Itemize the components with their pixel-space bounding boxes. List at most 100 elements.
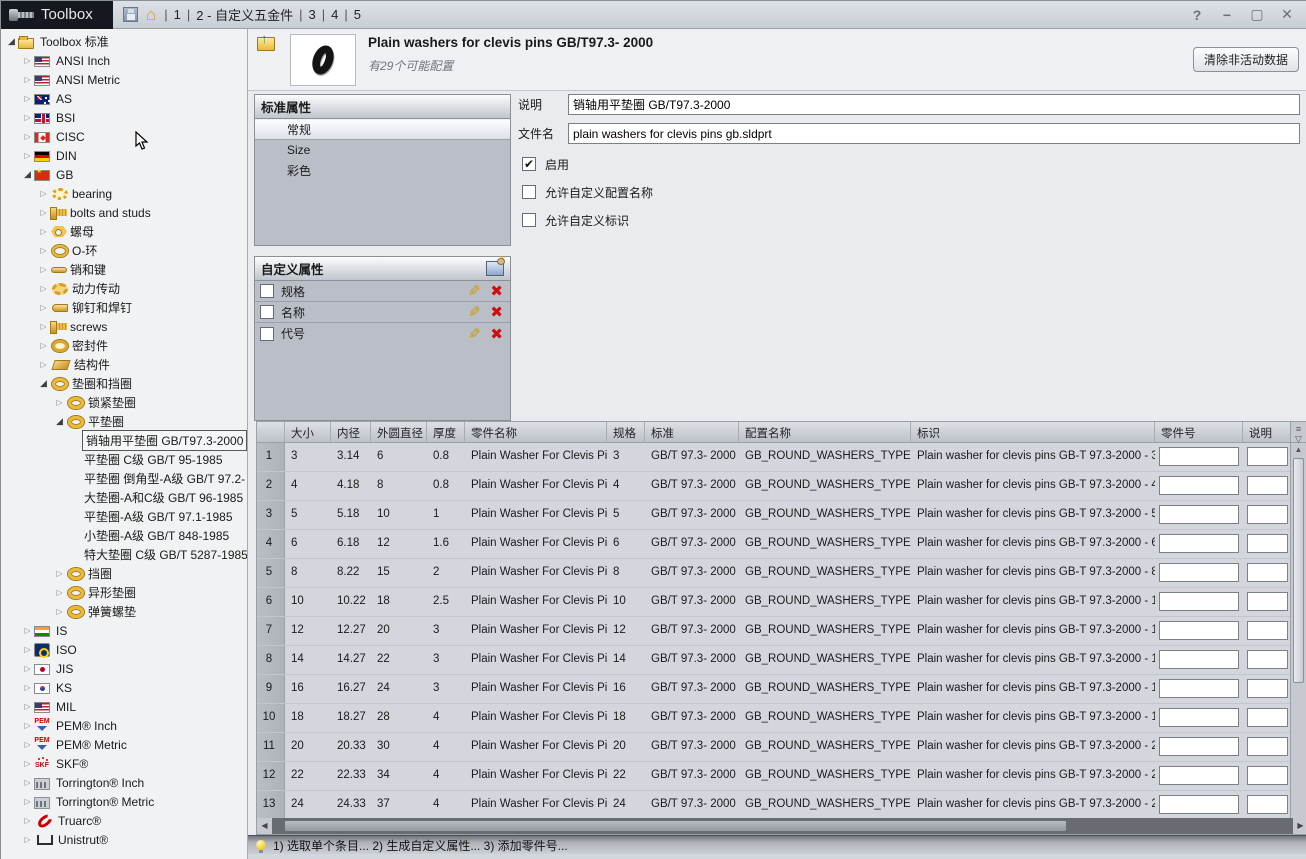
scroll-left-icon[interactable]: ◀	[257, 818, 272, 834]
tree-item--a-c-gb-t-96-1985[interactable]: 大垫圈-A和C级 GB/T 96-1985	[1, 488, 247, 507]
tree-item--[interactable]: ▷ 螺母	[1, 222, 247, 241]
part-number-input[interactable]	[1159, 621, 1239, 640]
expand-caret[interactable]: ▷	[37, 208, 50, 217]
property-checkbox[interactable]	[260, 326, 274, 341]
expand-caret[interactable]: ▷	[37, 227, 50, 236]
expand-caret[interactable]: ▷	[21, 778, 34, 787]
table-vertical-scrollbar[interactable]: ≡ ▽ ▲	[1290, 422, 1306, 820]
comment-input[interactable]	[1247, 505, 1288, 524]
table-column-header[interactable]: 规格	[607, 422, 645, 442]
table-row[interactable]: 9 16 16.27 24 3 Plain Washer For Clevis Pin 16…	[257, 675, 1306, 704]
delete-property-icon[interactable]: ✖	[490, 325, 503, 343]
folder-up-icon[interactable]	[257, 31, 275, 51]
scroll-up-icon[interactable]: ▲	[1291, 443, 1306, 457]
comment-input[interactable]	[1247, 708, 1288, 727]
clear-inactive-data-button[interactable]: 清除非活动数据	[1192, 47, 1299, 72]
filename-input[interactable]	[568, 123, 1300, 144]
tree-item-ansi-inch[interactable]: ▷ ANSI Inch	[1, 51, 247, 70]
add-property-icon[interactable]	[486, 254, 506, 276]
table-column-header[interactable]: 内径	[331, 422, 371, 442]
expand-caret[interactable]: ▷	[37, 303, 50, 312]
edit-property-icon[interactable]: ✎	[468, 303, 481, 321]
tree-item--gb-t97-3-2000[interactable]: 销轴用平垫圈 GB/T97.3-2000	[1, 430, 247, 451]
table-column-header[interactable]	[257, 422, 285, 442]
comment-input[interactable]	[1247, 679, 1288, 698]
table-row[interactable]: 7 12 12.27 20 3 Plain Washer For Clevis Pin 12…	[257, 617, 1306, 646]
tree-item-gb[interactable]: ◢ GB	[1, 165, 247, 184]
close-button[interactable]: ✕	[1277, 6, 1297, 23]
tree-item--c-gb-t-5287-1985[interactable]: 特大垫圈 C级 GB/T 5287-1985	[1, 545, 247, 564]
edit-property-icon[interactable]: ✎	[468, 282, 481, 300]
tree-item--[interactable]: ◢ 垫圈和挡圈	[1, 374, 247, 393]
expand-caret[interactable]: ▷	[37, 284, 50, 293]
expand-caret[interactable]: ◢	[5, 36, 18, 47]
home-icon[interactable]: ⌂	[146, 6, 156, 23]
comment-input[interactable]	[1247, 795, 1288, 814]
table-column-header[interactable]: 标准	[645, 422, 739, 442]
expand-caret[interactable]: ▷	[21, 835, 34, 844]
expand-caret[interactable]: ▷	[37, 246, 50, 255]
comment-input[interactable]	[1247, 737, 1288, 756]
expand-caret[interactable]: ▷	[53, 569, 66, 578]
standard-property-item[interactable]: 常规	[255, 119, 510, 140]
tree-item-as[interactable]: ▷ AS	[1, 89, 247, 108]
description-input[interactable]	[568, 94, 1300, 115]
expand-caret[interactable]: ▷	[21, 94, 34, 103]
part-number-input[interactable]	[1159, 505, 1239, 524]
comment-input[interactable]	[1247, 592, 1288, 611]
part-number-input[interactable]	[1159, 708, 1239, 727]
expand-caret[interactable]: ▷	[21, 683, 34, 692]
comment-input[interactable]	[1247, 534, 1288, 553]
breadcrumb-item[interactable]: 2 - 自定义五金件	[190, 5, 299, 24]
tree-item-truarc-[interactable]: ▷ Truarc®	[1, 811, 247, 830]
table-row[interactable]: 10 18 18.27 28 4 Plain Washer For Clevis Pin 1…	[257, 704, 1306, 733]
expand-caret[interactable]: ▷	[53, 607, 66, 616]
expand-caret[interactable]: ▷	[21, 132, 34, 141]
table-row[interactable]: 13 24 24.33 37 4 Plain Washer For Clevis Pin 2…	[257, 791, 1306, 820]
tree-item--[interactable]: ▷ 铆钉和焊钉	[1, 298, 247, 317]
expand-caret[interactable]: ◢	[21, 169, 34, 180]
expand-caret[interactable]: ▷	[21, 721, 34, 730]
help-button[interactable]: ?	[1187, 7, 1207, 23]
table-row[interactable]: 2 4 4.18 8 0.8 Plain Washer For Clevis Pin 4 GB…	[257, 472, 1306, 501]
expand-caret[interactable]: ◢	[37, 378, 50, 389]
horizontal-scroll-thumb[interactable]	[284, 820, 1068, 832]
table-column-header[interactable]: 配置名称	[739, 422, 911, 442]
expand-caret[interactable]: ▷	[21, 56, 34, 65]
part-number-input[interactable]	[1159, 592, 1239, 611]
table-column-header[interactable]: 标识	[911, 422, 1155, 442]
save-icon[interactable]	[123, 7, 138, 22]
tree-item-toolbox-[interactable]: ◢ Toolbox 标准	[1, 32, 247, 51]
expand-caret[interactable]: ▷	[37, 341, 50, 350]
form-checkbox[interactable]	[522, 213, 536, 227]
part-number-input[interactable]	[1159, 737, 1239, 756]
expand-caret[interactable]: ▷	[21, 816, 34, 825]
part-number-input[interactable]	[1159, 563, 1239, 582]
tree-item-pem-metric[interactable]: ▷ PEM PEM® Metric	[1, 735, 247, 754]
breadcrumb-item[interactable]: 5	[348, 7, 367, 22]
delete-property-icon[interactable]: ✖	[490, 282, 503, 300]
tree-item-pem-inch[interactable]: ▷ PEM PEM® Inch	[1, 716, 247, 735]
table-row[interactable]: 4 6 6.18 12 1.6 Plain Washer For Clevis Pin 6 G…	[257, 530, 1306, 559]
expand-caret[interactable]: ▷	[21, 113, 34, 122]
tree-item-ks[interactable]: ▷ KS	[1, 678, 247, 697]
minimize-button[interactable]: −	[1217, 7, 1237, 23]
breadcrumb-item[interactable]: 1	[168, 7, 187, 22]
part-number-input[interactable]	[1159, 679, 1239, 698]
table-row[interactable]: 11 20 20.33 30 4 Plain Washer For Clevis Pin 2…	[257, 733, 1306, 762]
expand-caret[interactable]: ▷	[53, 398, 66, 407]
expand-caret[interactable]: ▷	[21, 664, 34, 673]
table-row[interactable]: 12 22 22.33 34 4 Plain Washer For Clevis Pin 2…	[257, 762, 1306, 791]
tree-item--c-gb-t-95-1985[interactable]: 平垫圈 C级 GB/T 95-1985	[1, 450, 247, 469]
expand-caret[interactable]: ▷	[21, 797, 34, 806]
part-number-input[interactable]	[1159, 650, 1239, 669]
tree-item-mil[interactable]: ▷ MIL	[1, 697, 247, 716]
tree-item--[interactable]: ▷ 弹簧螺垫	[1, 602, 247, 621]
expand-caret[interactable]: ▷	[21, 645, 34, 654]
vertical-scroll-thumb[interactable]	[1293, 458, 1304, 683]
edit-property-icon[interactable]: ✎	[468, 325, 481, 343]
table-column-header[interactable]: 大小	[285, 422, 331, 442]
tree-item-bolts-and-studs[interactable]: ▷ bolts and studs	[1, 203, 247, 222]
tree-item-torrington-metric[interactable]: ▷ Torrington® Metric	[1, 792, 247, 811]
tree-item-iso[interactable]: ▷ ISO	[1, 640, 247, 659]
